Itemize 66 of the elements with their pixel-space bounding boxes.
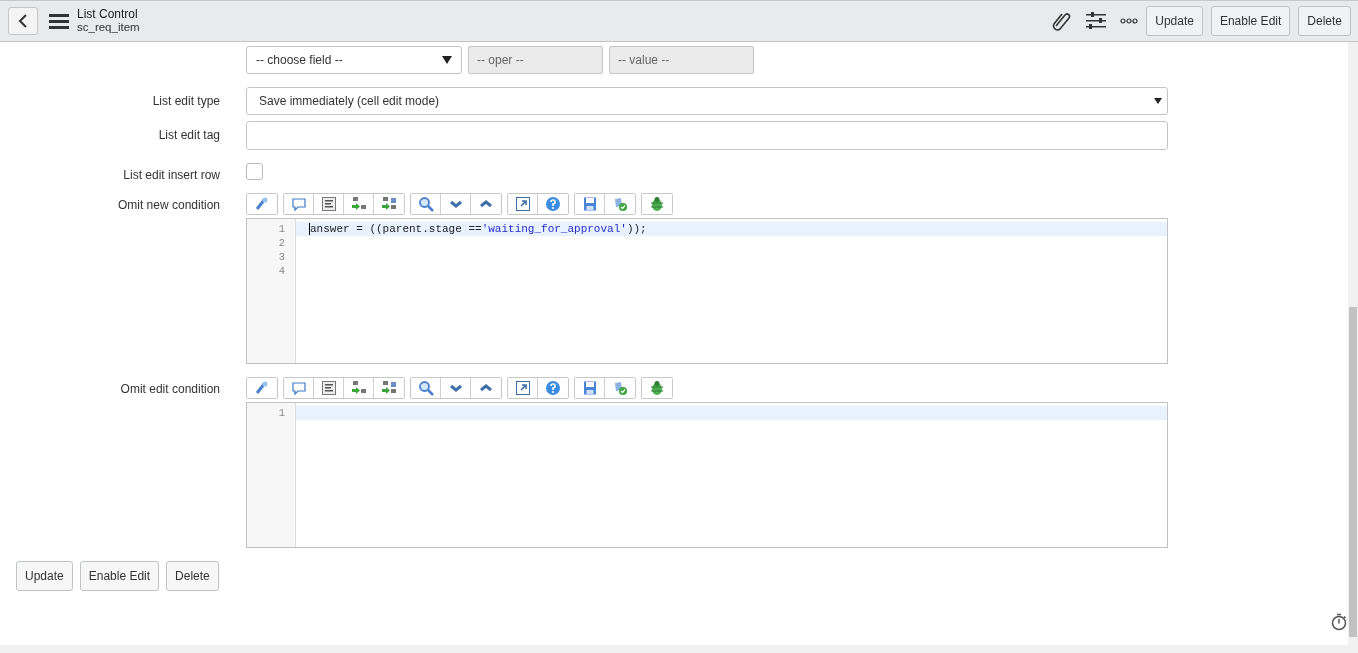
replace-all-icon <box>381 380 397 396</box>
list-edit-type-select[interactable]: Save immediately (cell edit mode) <box>246 87 1168 115</box>
field-label: Omit edit condition <box>119 381 221 398</box>
format-button[interactable] <box>247 194 277 214</box>
chevron-left-icon <box>18 14 28 28</box>
replace-icon <box>350 380 367 396</box>
enable-edit-button[interactable]: Enable Edit <box>79 561 160 591</box>
text-lines-icon <box>320 380 337 396</box>
enable-edit-button[interactable]: Enable Edit <box>1210 6 1291 36</box>
bug-icon <box>649 196 665 212</box>
script-check-icon <box>612 196 628 212</box>
field-label: List edit tag <box>157 127 221 144</box>
speech-bubble-icon <box>290 196 307 212</box>
replace-all-icon <box>381 196 397 212</box>
field-label: List edit type <box>151 93 221 110</box>
save-icon <box>581 196 598 212</box>
save-icon <box>581 380 598 396</box>
format-button[interactable] <box>247 378 277 398</box>
delete-button[interactable]: Delete <box>1298 6 1351 36</box>
search-icon <box>417 380 434 396</box>
expand-icon <box>514 196 531 212</box>
page-title: List Control <box>77 8 139 21</box>
scrollbar[interactable] <box>1348 42 1358 645</box>
code-line: answer = ((parent.stage =='waiting_for_approval')); <box>309 223 647 235</box>
fullscreen-button[interactable] <box>508 378 538 398</box>
caret-icon <box>442 56 452 64</box>
update-button[interactable]: Update <box>16 561 73 591</box>
line-number: 1 <box>278 222 286 236</box>
wand-icon <box>254 196 270 212</box>
expand-icon <box>514 380 531 396</box>
search-button[interactable] <box>411 378 441 398</box>
replace-icon <box>350 196 367 212</box>
debug-button[interactable] <box>642 378 672 398</box>
bug-icon <box>649 380 665 396</box>
more-icon[interactable] <box>1120 18 1139 24</box>
text-lines-icon <box>320 196 337 212</box>
line-number: 4 <box>278 264 286 278</box>
search-icon <box>417 196 434 212</box>
page-subtitle: sc_req_item <box>77 21 140 34</box>
menu-icon[interactable] <box>49 13 69 29</box>
stopwatch-icon[interactable] <box>1330 613 1348 631</box>
sliders-icon[interactable] <box>1086 12 1107 30</box>
choose-field-select[interactable]: -- choose field -- <box>246 46 462 74</box>
debug-button[interactable] <box>642 194 672 214</box>
speech-bubble-icon <box>290 380 307 396</box>
wand-icon <box>254 380 270 396</box>
update-button[interactable]: Update <box>1146 6 1203 36</box>
search-button[interactable] <box>411 194 441 214</box>
field-label: List edit insert row <box>122 167 221 184</box>
fullscreen-button[interactable] <box>508 194 538 214</box>
save-button[interactable] <box>575 194 605 214</box>
input-field[interactable] <box>246 121 1168 150</box>
checkbox[interactable] <box>246 163 263 180</box>
caret-icon <box>1154 98 1162 104</box>
script-check-icon <box>612 380 628 396</box>
paperclip-icon[interactable] <box>1052 11 1073 31</box>
line-number: 3 <box>278 250 286 264</box>
help-icon <box>545 380 561 396</box>
field-label: Omit new condition <box>116 197 221 214</box>
delete-button[interactable]: Delete <box>166 561 219 591</box>
code-editor[interactable]: 1 2 3 4 answer = ((parent.stage =='waiting_for_approval')); <box>246 218 1168 364</box>
save-button[interactable] <box>575 378 605 398</box>
help-icon <box>545 196 561 212</box>
line-number: 1 <box>278 406 286 420</box>
line-number: 2 <box>278 236 286 250</box>
back-button[interactable] <box>8 7 38 35</box>
